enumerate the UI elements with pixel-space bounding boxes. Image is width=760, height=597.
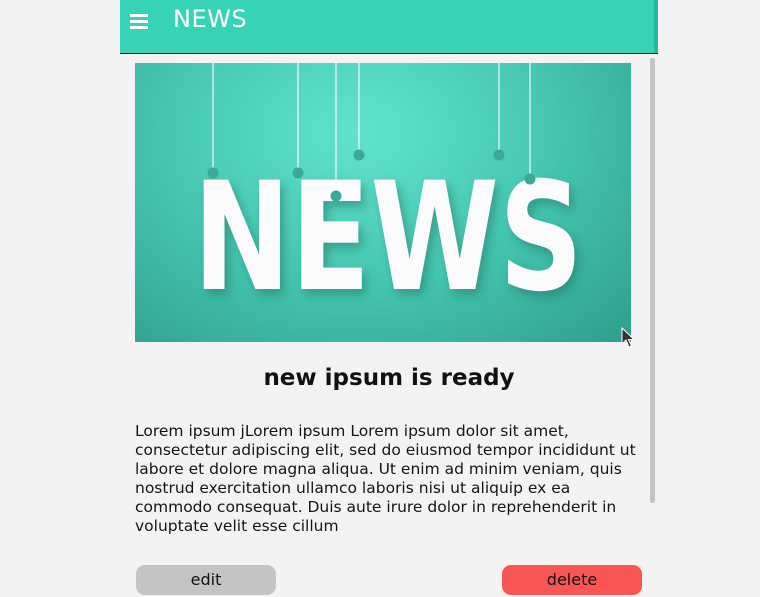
app-bar: NEWS [120,0,658,54]
article-headline: new ipsum is ready [263,365,515,391]
scrollbar[interactable] [650,58,655,503]
mouse-pointer-icon [621,327,636,348]
image-word-news: NEWS [193,151,583,325]
app-title: NEWS [173,5,248,33]
article-body: Lorem ipsum jLorem ipsum Lorem ipsum dol… [135,422,636,535]
article-image: NEWS [135,63,631,342]
edit-button[interactable]: edit [136,565,276,595]
app-screen: NEWS NEWS new ipsum is ready Lorem ipsum… [120,0,658,597]
delete-button[interactable]: delete [502,565,642,595]
svg-text:NEWS: NEWS [193,151,583,325]
app-bar-edge [654,0,658,53]
hamburger-menu-icon[interactable] [130,10,152,32]
